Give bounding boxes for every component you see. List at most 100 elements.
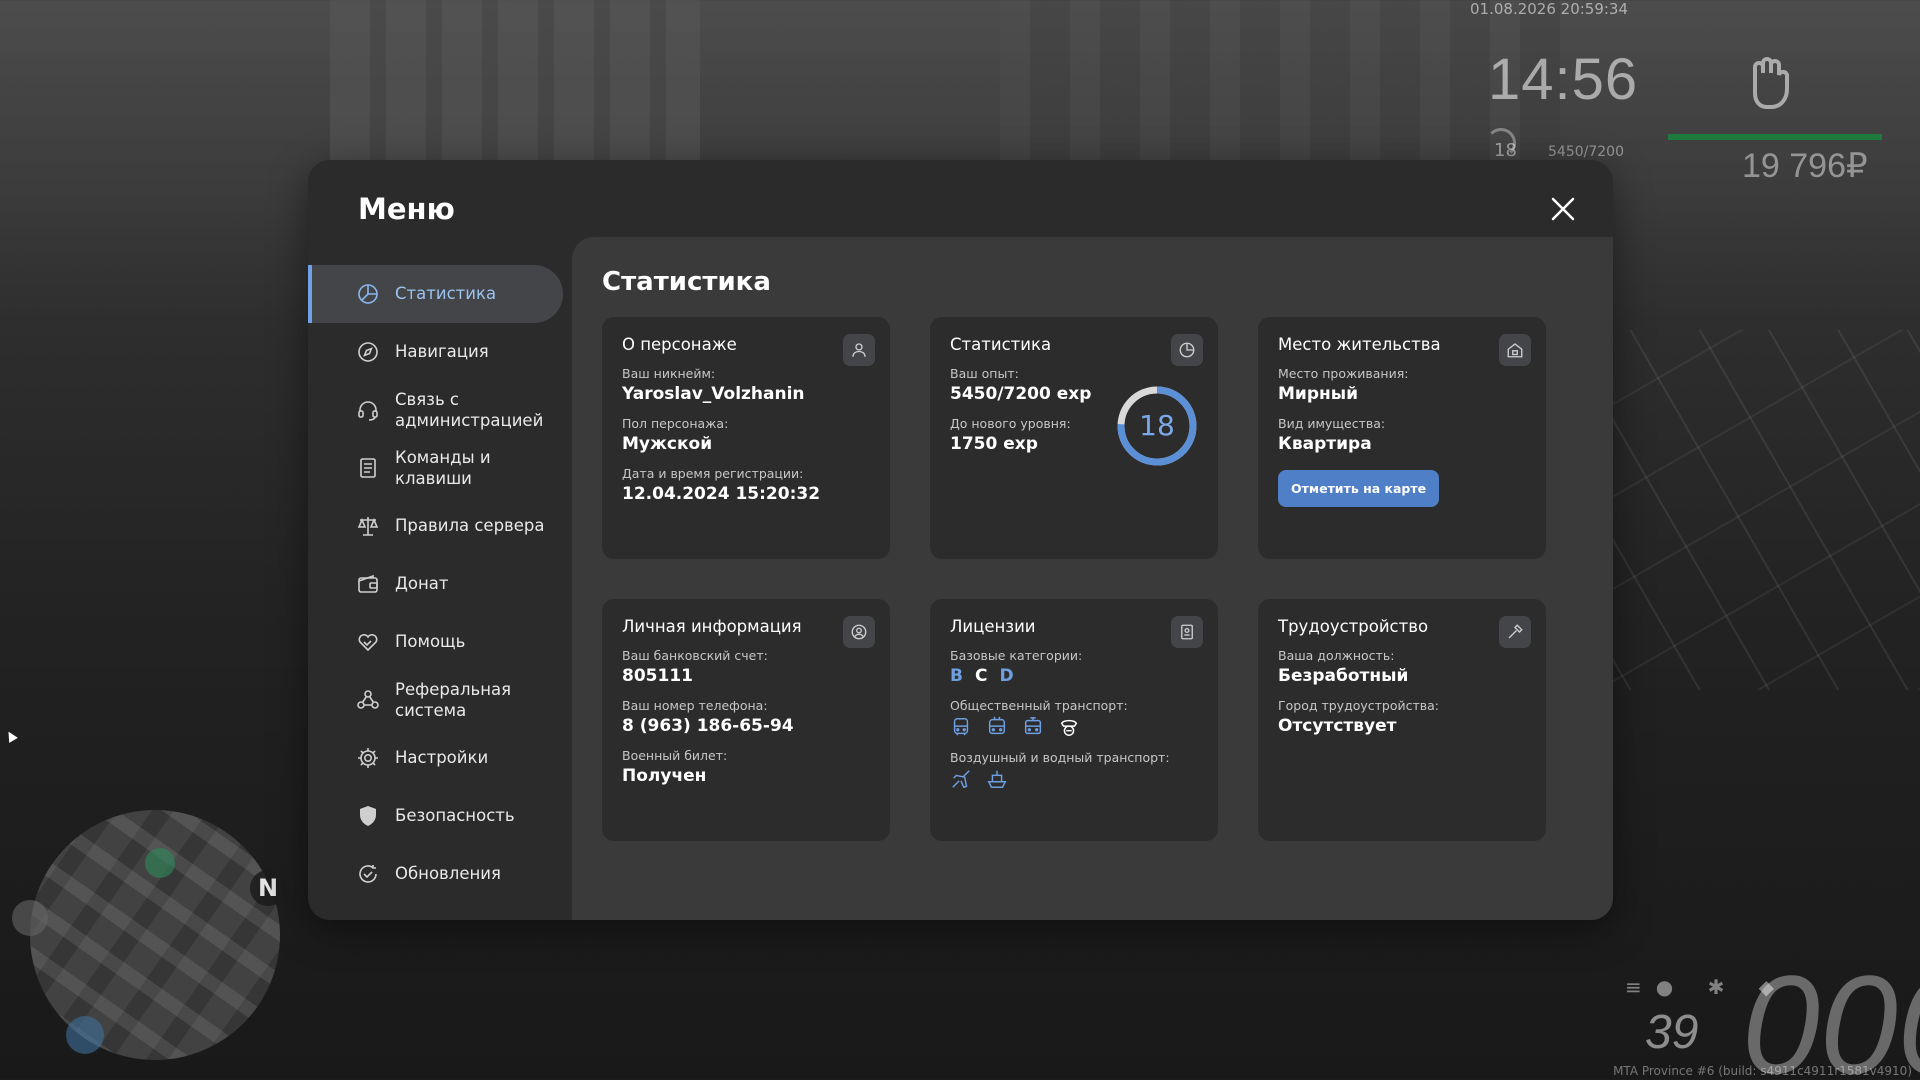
level-number: 18 [1139, 409, 1175, 442]
sidebar-item-security[interactable]: Безопасность [308, 787, 563, 845]
registration-value: 12.04.2024 15:20:32 [622, 484, 821, 504]
gender-value: Мужской [622, 434, 713, 454]
sidebar-item-label: Команды и клавиши [395, 447, 491, 488]
minimap-blip [145, 848, 175, 878]
handshake-heart-icon [356, 630, 380, 654]
field-label: Пол персонажа: [622, 416, 729, 431]
minimap [30, 810, 280, 1060]
license-category-d: D [999, 666, 1014, 686]
personal-info-card: Личная информация Ваш банковский счет: 80… [602, 599, 890, 841]
house-icon [1499, 334, 1531, 366]
sidebar-item-help[interactable]: Помощь [308, 613, 563, 671]
field-label: Воздушный и водный транспорт: [950, 750, 1170, 765]
card-title: Место жительства [1278, 335, 1441, 354]
fist-icon [1745, 55, 1793, 111]
sidebar-item-settings[interactable]: Настройки [308, 729, 563, 787]
card-title: Трудоустройство [1278, 617, 1429, 636]
mark-on-map-button[interactable]: Отметить на карте [1278, 470, 1440, 507]
property-type-value: Квартира [1278, 434, 1372, 454]
card-title: Лицензии [950, 617, 1036, 636]
plane-icon [950, 768, 972, 790]
license-category-c: C [974, 666, 988, 686]
wallet-icon [356, 572, 380, 596]
taxi-icon [1058, 716, 1080, 738]
bank-account-value: 805111 [622, 666, 693, 686]
field-label: Базовые категории: [950, 648, 1083, 663]
military-id-value: Получен [622, 766, 707, 786]
compass-icon [356, 340, 380, 364]
hud-datetime: 01.08.2026 20:59:34 [1470, 0, 1629, 18]
sidebar-item-navigation[interactable]: Навигация [308, 323, 563, 381]
field-label: Военный билет: [622, 748, 728, 763]
field-label: Ваш банковский счет: [622, 648, 768, 663]
field-label: Общественный транспорт: [950, 698, 1128, 713]
hud-health-bar [1668, 134, 1882, 140]
gear-icon [356, 746, 380, 770]
sidebar-item-commands[interactable]: Команды и клавиши [308, 439, 563, 497]
field-label: Вид имущества: [1278, 416, 1386, 431]
document-icon [356, 456, 380, 480]
employment-card: Трудоустройство Ваша должность: Безработн… [1258, 599, 1546, 841]
close-button[interactable] [1546, 192, 1580, 226]
field-label: Ваш опыт: [950, 366, 1019, 381]
scales-icon [356, 514, 380, 538]
licenses-card: Лицензии Базовые категории: B C D Общест… [930, 599, 1218, 841]
background-building [1000, 0, 1560, 160]
statistics-panel: Статистика О персонаже Ваш никнейм: Yaros… [572, 237, 1613, 920]
hud-level: 18 [1494, 140, 1517, 161]
speedometer-speed: 000 [1742, 946, 1920, 1080]
card-title: Личная информация [622, 617, 802, 636]
shield-icon [356, 804, 380, 828]
sidebar-item-label: Навигация [395, 342, 489, 362]
sidebar-item-donate[interactable]: Донат [308, 555, 563, 613]
air-water-licenses [950, 768, 1198, 790]
license-categories: B C D [950, 666, 1198, 686]
field-label: Ваш никнейм: [622, 366, 716, 381]
close-icon [1551, 197, 1575, 221]
sidebar-item-label: Статистика [395, 284, 497, 304]
sidebar-item-label: Обновления [395, 864, 501, 884]
field-label: Ваш номер телефона: [622, 698, 768, 713]
job-position-value: Безработный [1278, 666, 1409, 686]
nickname-value: Yaroslav_Volzhanin [622, 384, 805, 404]
compass-north: N [250, 870, 286, 906]
sidebar-item-referral[interactable]: Реферальная система [308, 671, 563, 729]
field-label: Дата и время регистрации: [622, 466, 804, 481]
hud-clock: 14:56 [1488, 47, 1639, 112]
residence-value: Мирный [1278, 384, 1359, 404]
id-card-icon [1171, 616, 1203, 648]
headset-icon [356, 398, 380, 422]
modal-title: Меню [358, 192, 455, 226]
character-card: О персонаже Ваш никнейм: Yaroslav_Volzhan… [602, 317, 890, 559]
pie-chart-icon [1171, 334, 1203, 366]
refresh-check-icon [356, 862, 380, 886]
build-info: MTA Province #6 (build: s4911c4911r1581v… [1613, 1064, 1912, 1078]
sidebar-nav: Статистика Навигация Связь с администрац… [308, 265, 563, 903]
bus-icon [950, 716, 972, 738]
sidebar-item-updates[interactable]: Обновления [308, 845, 563, 903]
phone-value: 8 (963) 186-65-94 [622, 716, 794, 736]
stats-card: Статистика Ваш опыт: 5450/7200 exp До нов… [930, 317, 1218, 559]
sidebar-item-label: Правила сервера [395, 516, 545, 536]
sidebar-item-label: Реферальная система [395, 679, 512, 720]
background-fence [1560, 330, 1920, 690]
license-category-b: B [950, 666, 963, 686]
sidebar-item-label: Связь с администрацией [395, 389, 544, 430]
sidebar-item-contact-admin[interactable]: Связь с администрацией [308, 381, 563, 439]
field-label: Город трудоустройства: [1278, 698, 1440, 713]
minimap-bus-icon [12, 900, 48, 936]
boat-icon [986, 768, 1008, 790]
card-title: Статистика [950, 335, 1052, 354]
user-icon [843, 334, 875, 366]
hammer-icon [1499, 616, 1531, 648]
field-label: Ваша должность: [1278, 648, 1395, 663]
users-network-icon [356, 688, 380, 712]
sidebar-item-server-rules[interactable]: Правила сервера [308, 497, 563, 555]
page-title: Статистика [602, 267, 771, 297]
pie-chart-icon [356, 282, 380, 306]
sidebar-item-label: Донат [395, 574, 449, 594]
menu-modal: Меню Статистика Навигация Связь с админи… [308, 160, 1613, 920]
sidebar-item-statistics[interactable]: Статистика [308, 265, 563, 323]
trolleybus-icon [986, 716, 1008, 738]
hud-exp: 5450/7200 [1548, 144, 1624, 160]
